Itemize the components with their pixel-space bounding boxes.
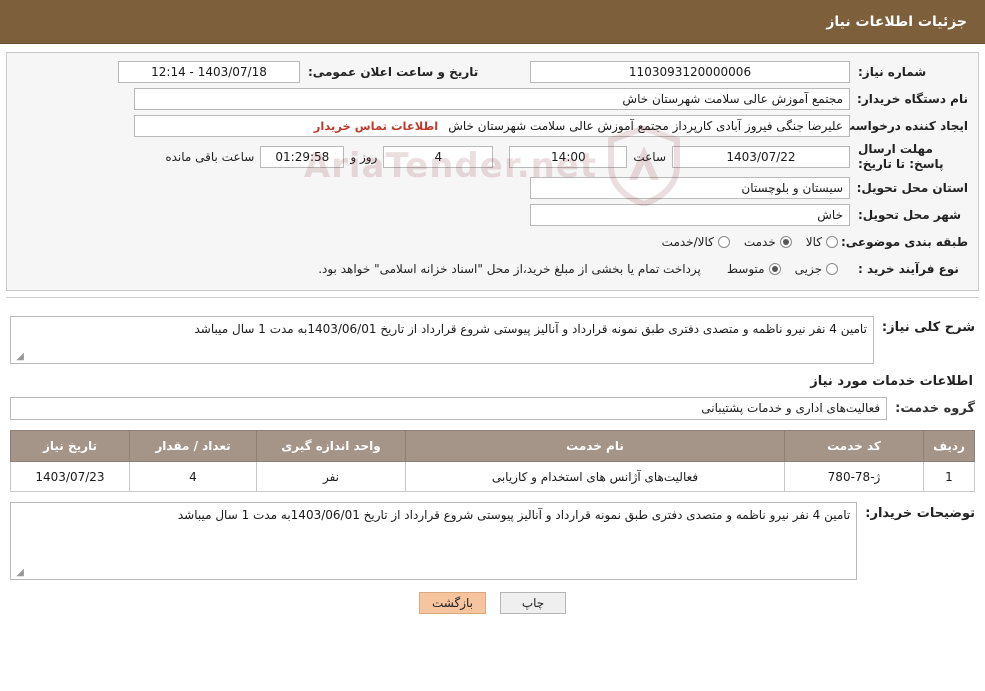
- hour-label: ساعت: [633, 150, 666, 164]
- divider: [6, 297, 979, 298]
- row-deadline: مهلت ارسال پاسخ: تا تاریخ: 1403/07/22 سا…: [17, 142, 968, 172]
- summary-textarea[interactable]: تامین 4 نفر نیرو ناظمه و متصدی دفتری طبق…: [10, 316, 874, 364]
- need-details-section: شرح کلی نیاز: تامین 4 نفر نیرو ناظمه و م…: [6, 304, 979, 614]
- purchase-type-radio-group: جزیی متوسط: [727, 262, 850, 276]
- cell-row: 1: [923, 461, 975, 492]
- need-info-panel: AriaTender.net شماره نیاز: 1103093120000…: [6, 52, 979, 291]
- remaining-days-value: 4: [383, 146, 494, 168]
- services-section-title: اطلاعات خدمات مورد نیاز: [810, 374, 973, 389]
- buyer-notes-label: توضیحات خریدار:: [865, 506, 975, 521]
- province-value: سیستان و بلوچستان: [530, 177, 850, 199]
- purchase-option-motevasset[interactable]: متوسط: [727, 262, 781, 276]
- row-city: شهر محل تحویل: خاش: [17, 204, 968, 226]
- cell-code: ژ-78-780: [784, 461, 924, 492]
- summary-text: تامین 4 نفر نیرو ناظمه و متصدی دفتری طبق…: [194, 322, 867, 336]
- cell-unit: نفر: [256, 461, 406, 492]
- requester-label: ایجاد کننده درخواست:: [838, 119, 968, 133]
- row-need-number: شماره نیاز: 1103093120000006 تاریخ و ساع…: [17, 61, 968, 83]
- category-option-khedmat[interactable]: خدمت: [744, 235, 792, 249]
- col-row: ردیف: [923, 430, 975, 462]
- province-label: استان محل تحویل:: [856, 181, 968, 195]
- resize-handle-icon[interactable]: ◢: [14, 568, 24, 578]
- buyer-org-value: مجتمع آموزش عالی سلامت شهرستان خاش: [134, 88, 850, 110]
- footer-button-bar: چاپ بازگشت: [10, 592, 975, 614]
- bottom-spacer: [0, 687, 985, 691]
- category-option-kala[interactable]: کالا: [806, 235, 838, 249]
- cell-qty: 4: [129, 461, 257, 492]
- services-table: ردیف کد خدمت نام خدمت واحد اندازه گیری ت…: [10, 430, 975, 492]
- category-option-label: کالا/خدمت: [661, 235, 714, 249]
- category-radio-group: کالا خدمت کالا/خدمت: [662, 235, 850, 249]
- resize-handle-icon[interactable]: ◢: [14, 352, 24, 362]
- remaining-label: ساعت باقی مانده: [165, 150, 255, 164]
- buyer-notes-text: تامین 4 نفر نیرو ناظمه و متصدی دفتری طبق…: [177, 508, 851, 522]
- category-option-label: کالا: [805, 235, 822, 249]
- summary-row: شرح کلی نیاز: تامین 4 نفر نیرو ناظمه و م…: [10, 316, 975, 364]
- summary-label: شرح کلی نیاز:: [881, 320, 975, 335]
- row-purchase-type: نوع فرآیند خرید : جزیی متوسط پرداخت تمام…: [17, 258, 968, 280]
- row-province: استان محل تحویل: سیستان و بلوچستان: [17, 177, 968, 199]
- purchase-option-label: متوسط: [726, 262, 765, 276]
- days-label: روز و: [350, 150, 378, 164]
- purchase-option-label: جزیی: [794, 262, 822, 276]
- radio-icon[interactable]: [826, 236, 838, 248]
- cell-date: 1403/07/23: [10, 461, 130, 492]
- need-number-label: شماره نیاز:: [858, 65, 927, 79]
- buyer-notes-textarea[interactable]: تامین 4 نفر نیرو ناظمه و متصدی دفتری طبق…: [10, 502, 858, 580]
- city-value: خاش: [530, 204, 850, 226]
- remaining-time-value: 01:29:58: [260, 146, 345, 168]
- category-label: طبقه بندی موضوعی:: [840, 235, 968, 249]
- purchase-note: پرداخت تمام یا بخشی از مبلغ خرید،از محل …: [318, 262, 701, 276]
- print-button[interactable]: چاپ: [500, 592, 566, 614]
- buyer-notes-row: توضیحات خریدار: تامین 4 نفر نیرو ناظمه و…: [10, 502, 975, 580]
- announce-date-value: 1403/07/18 - 12:14: [118, 61, 300, 83]
- cell-name: فعالیت‌های آژانس های استخدام و کاریابی: [405, 461, 785, 492]
- deadline-date-value: 1403/07/22: [672, 146, 850, 168]
- service-group-row: گروه خدمت: فعالیت‌های اداری و خدمات پشتی…: [10, 397, 975, 420]
- category-option-label: خدمت: [743, 235, 776, 249]
- deadline-label: مهلت ارسال پاسخ: تا تاریخ:: [858, 142, 944, 171]
- service-group-value: فعالیت‌های اداری و خدمات پشتیبانی: [10, 397, 888, 420]
- radio-icon[interactable]: [768, 263, 781, 275]
- service-group-label: گروه خدمت:: [895, 401, 975, 416]
- category-option-kala-khedmat[interactable]: کالا/خدمت: [662, 235, 730, 249]
- col-code: کد خدمت: [784, 430, 924, 462]
- buyer-org-label: نام دستگاه خریدار:: [857, 92, 968, 106]
- row-buyer-org: نام دستگاه خریدار: مجتمع آموزش عالی سلام…: [17, 88, 968, 110]
- col-unit: واحد اندازه گیری: [256, 430, 406, 462]
- deadline-time-value: 14:00: [509, 146, 628, 168]
- row-requester: ایجاد کننده درخواست: علیرضا جنگی فیروز آ…: [17, 115, 968, 137]
- need-number-value: 1103093120000006: [530, 61, 850, 83]
- col-qty: تعداد / مقدار: [129, 430, 257, 462]
- city-label: شهر محل تحویل:: [858, 208, 962, 222]
- radio-icon[interactable]: [826, 263, 838, 275]
- radio-icon[interactable]: [717, 236, 730, 248]
- table-header-row: ردیف کد خدمت نام خدمت واحد اندازه گیری ت…: [10, 430, 975, 462]
- requester-value: علیرضا جنگی فیروز آبادی کارپرداز مجتمع آ…: [448, 119, 843, 133]
- buyer-contact-link[interactable]: اطلاعات تماس خریدار: [314, 116, 438, 136]
- purchase-option-jozei[interactable]: جزیی: [795, 262, 838, 276]
- col-date: تاریخ نیاز: [10, 430, 130, 462]
- page-header: جزئیات اطلاعات نیاز: [0, 0, 985, 44]
- page-root: جزئیات اطلاعات نیاز AriaTender.net شماره…: [0, 0, 985, 691]
- purchase-type-label: نوع فرآیند خرید :: [858, 262, 959, 276]
- col-name: نام خدمت: [405, 430, 785, 462]
- radio-icon[interactable]: [779, 236, 792, 248]
- announce-date-label: تاریخ و ساعت اعلان عمومی:: [308, 65, 479, 79]
- table-row: 1 ژ-78-780 فعالیت‌های آژانس های استخدام …: [10, 461, 975, 492]
- back-button[interactable]: بازگشت: [419, 592, 486, 614]
- row-category: طبقه بندی موضوعی: کالا خدمت کالا/خدمت: [17, 231, 968, 253]
- page-title: جزئیات اطلاعات نیاز: [826, 13, 967, 30]
